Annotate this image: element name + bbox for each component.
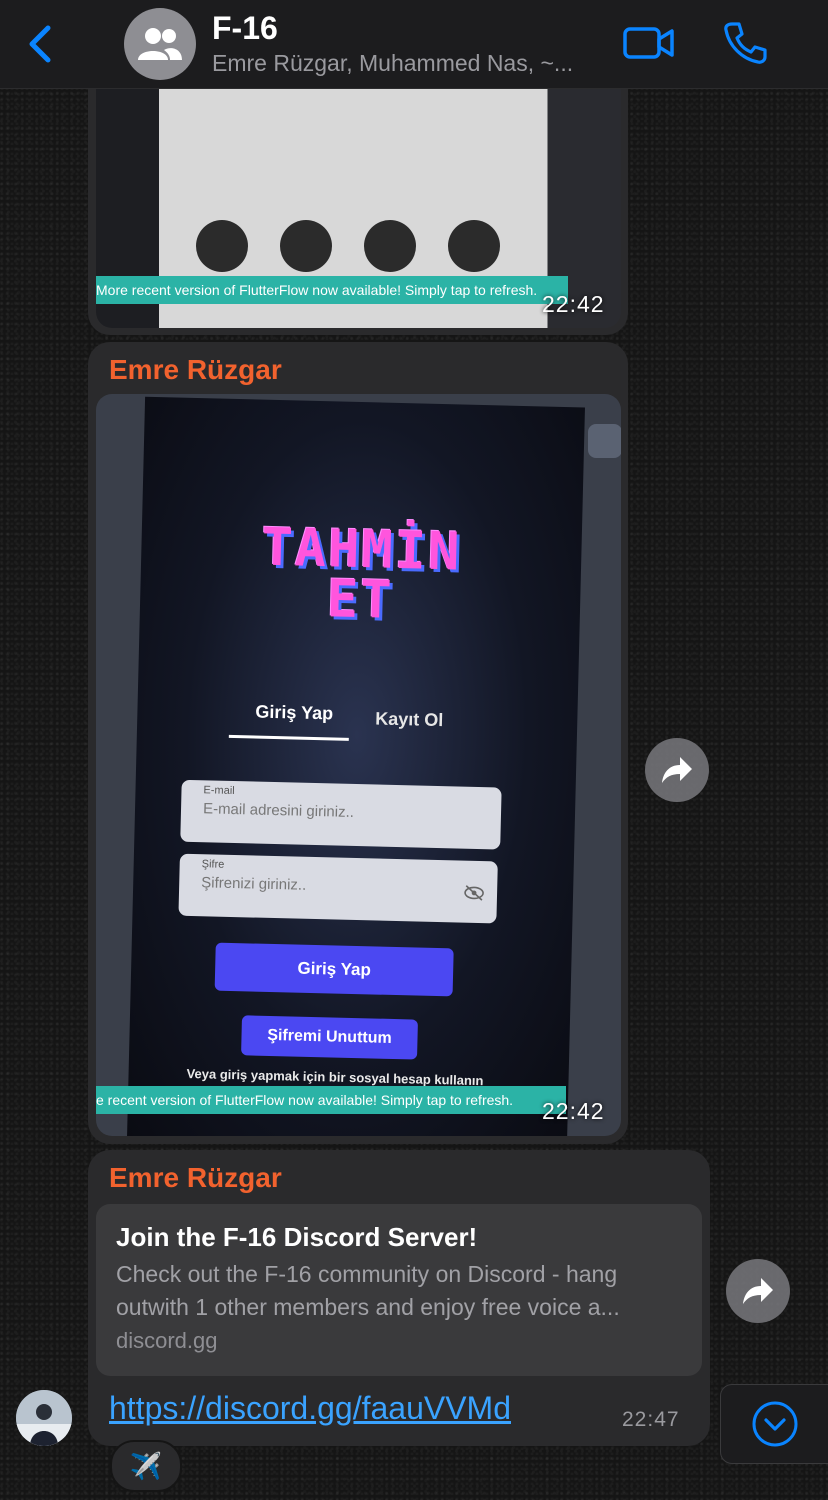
email-label: E-mail bbox=[203, 784, 235, 798]
message-image-bubble[interactable]: Emre Rüzgar TAHMİN ET Giriş Yap Kayıt Ol… bbox=[88, 342, 628, 1144]
chevron-left-icon bbox=[29, 25, 51, 63]
chat-members[interactable]: Emre Rüzgar, Muhammed Nas, ~... bbox=[212, 50, 602, 77]
email-field: E-mail E-mail adresini giriniz.. bbox=[180, 779, 502, 850]
forward-icon bbox=[743, 1278, 773, 1304]
password-label: Şifre bbox=[201, 858, 225, 871]
message-image-bubble[interactable]: More recent version of FlutterFlow now a… bbox=[88, 60, 628, 335]
message-time: 22:42 bbox=[542, 291, 605, 317]
flutterflow-banner: More recent version of FlutterFlow now a… bbox=[96, 276, 568, 304]
back-button[interactable] bbox=[22, 22, 58, 66]
flutterflow-banner: e recent version of FlutterFlow now avai… bbox=[96, 1086, 566, 1114]
group-avatar[interactable] bbox=[124, 8, 196, 80]
password-placeholder: Şifrenizi giriniz.. bbox=[201, 874, 307, 894]
video-call-icon bbox=[623, 27, 674, 59]
sender-name: Emre Rüzgar bbox=[109, 1162, 282, 1193]
link-preview-title: Join the F-16 Discord Server! bbox=[116, 1222, 478, 1252]
email-placeholder: E-mail adresini giriniz.. bbox=[202, 800, 355, 821]
social-icons-row bbox=[196, 220, 596, 280]
apple-icon bbox=[280, 220, 332, 272]
forward-button[interactable] bbox=[726, 1259, 790, 1323]
photo-forgot-button: Şifremi Unuttum bbox=[241, 1015, 418, 1060]
eye-off-icon bbox=[464, 885, 484, 901]
message-time: 22:42 bbox=[542, 1098, 605, 1124]
forward-icon bbox=[662, 757, 692, 783]
chevron-down-circle-icon bbox=[752, 1401, 798, 1447]
keyboard-icon bbox=[588, 424, 621, 458]
phone-login-icon bbox=[448, 220, 500, 272]
link-preview-card[interactable]: Join the F-16 Discord Server! Check out … bbox=[96, 1204, 702, 1376]
sender-avatar[interactable] bbox=[16, 1390, 72, 1446]
message-reaction[interactable]: ✈️ bbox=[110, 1440, 182, 1492]
photo-thumbnail[interactable]: TAHMİN ET Giriş Yap Kayıt Ol E-mail E-ma… bbox=[96, 394, 621, 1136]
photo-thumbnail[interactable]: More recent version of FlutterFlow now a… bbox=[96, 60, 621, 328]
chat-title[interactable]: F-16 bbox=[212, 10, 278, 47]
link-preview-domain: discord.gg bbox=[116, 1328, 218, 1353]
google-icon bbox=[196, 220, 248, 272]
phone-icon bbox=[724, 22, 767, 64]
password-field: Şifre Şifrenizi giriniz.. bbox=[178, 853, 498, 924]
tab-underline bbox=[228, 734, 349, 741]
message-link[interactable]: https://discord.gg/faauVVMd bbox=[109, 1390, 511, 1427]
video-call-button[interactable] bbox=[622, 22, 676, 64]
sender-name: Emre Rüzgar bbox=[109, 354, 282, 385]
user-photo-icon bbox=[16, 1390, 72, 1446]
chat-header: F-16 Emre Rüzgar, Muhammed Nas, ~... bbox=[0, 0, 828, 89]
photo-social-text: Veya giriş yapmak için bir sosyal hesap … bbox=[186, 1065, 484, 1089]
tab-login: Giriş Yap bbox=[255, 701, 334, 724]
link-preview-description: Check out the F-16 community on Discord … bbox=[116, 1261, 620, 1320]
facebook-icon bbox=[364, 220, 416, 272]
message-time: 22:47 bbox=[622, 1408, 680, 1431]
logo-line2: ET bbox=[326, 569, 395, 631]
forward-button[interactable] bbox=[645, 738, 709, 802]
scroll-to-bottom-button[interactable] bbox=[720, 1384, 828, 1464]
voice-call-button[interactable] bbox=[722, 20, 768, 66]
photo-screen-content: TAHMİN ET Giriş Yap Kayıt Ol E-mail E-ma… bbox=[127, 396, 585, 1136]
message-link-bubble[interactable]: Emre Rüzgar Join the F-16 Discord Server… bbox=[88, 1150, 710, 1446]
photo-login-button: Giriş Yap bbox=[214, 942, 454, 997]
tab-register: Kayıt Ol bbox=[375, 708, 444, 731]
group-avatar-icon bbox=[138, 28, 182, 60]
